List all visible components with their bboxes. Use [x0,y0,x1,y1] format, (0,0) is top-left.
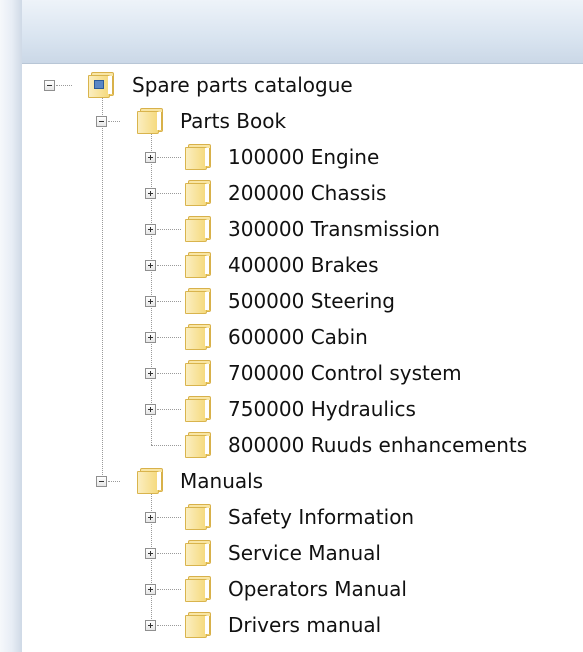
tree-connector [157,265,181,266]
tree-connector [157,625,181,626]
tree-node-chassis[interactable]: 200000 Chassis [22,176,562,210]
tree-node-transmission[interactable]: 300000 Transmission [22,212,562,246]
tree-connector [157,409,181,410]
folder-icon [185,252,212,278]
folder-icon [88,72,115,98]
tree-connector [157,301,181,302]
tree-node-root[interactable]: Spare parts catalogue [22,68,562,102]
folder-icon [185,612,212,638]
folder-icon [185,180,212,206]
tree-connector [157,517,181,518]
expand-box-icon[interactable] [145,224,156,235]
folder-icon [185,216,212,242]
folder-icon [185,396,212,422]
tree-node-label: Spare parts catalogue [132,73,353,97]
folder-icon [185,432,212,458]
folder-icon [137,468,164,494]
tree-connector [108,121,120,122]
tree-node-drivers-manual[interactable]: Drivers manual [22,608,562,642]
tree-node-ruuds-enhancements[interactable]: 800000 Ruuds enhancements [22,428,562,462]
tree-node-safety-information[interactable]: Safety Information [22,500,562,534]
tree-connector [151,445,181,446]
tree-node-parts-book[interactable]: Parts Book [22,104,562,138]
collapse-box-icon[interactable] [96,116,107,127]
tree-node-cabin[interactable]: 600000 Cabin [22,320,562,354]
tree-node-label: Manuals [180,469,264,493]
tree-connector [108,481,120,482]
tree-node-steering[interactable]: 500000 Steering [22,284,562,318]
collapse-box-icon[interactable] [96,476,107,487]
folder-icon [185,504,212,530]
tree-view[interactable]: Spare parts catalogue Parts Book 100000 … [22,64,583,652]
tree-connector [157,193,181,194]
tree-node-control-system[interactable]: 700000 Control system [22,356,562,390]
tree-node-service-manual[interactable]: Service Manual [22,536,562,570]
expand-box-icon[interactable] [145,548,156,559]
folder-icon [185,144,212,170]
expand-box-icon[interactable] [145,620,156,631]
tree-node-label: 200000 Chassis [228,181,387,205]
expand-box-icon[interactable] [145,296,156,307]
tree-node-hydraulics[interactable]: 750000 Hydraulics [22,392,562,426]
tree-node-label: 700000 Control system [228,361,462,385]
folder-icon [185,540,212,566]
expand-box-icon[interactable] [145,512,156,523]
tree-node-label: Parts Book [180,109,287,133]
expand-box-icon[interactable] [145,584,156,595]
tree-connector [157,337,181,338]
tree-node-label: Safety Information [228,505,415,529]
tree-connector [157,157,181,158]
tree-node-label: 750000 Hydraulics [228,397,416,421]
tree-connector [157,589,181,590]
folder-icon [185,324,212,350]
tree-node-label: Drivers manual [228,613,382,637]
tree-node-manuals[interactable]: Manuals [22,464,562,498]
tree-connector [157,229,181,230]
tree-node-operators-manual[interactable]: Operators Manual [22,572,562,606]
tree-connector [157,373,181,374]
window-left-edge [0,0,22,652]
tree-node-engine[interactable]: 100000 Engine [22,140,562,174]
tree-node-label: 500000 Steering [228,289,396,313]
folder-icon [185,288,212,314]
expand-box-icon[interactable] [145,260,156,271]
tree-node-brakes[interactable]: 400000 Brakes [22,248,562,282]
expand-box-icon[interactable] [145,332,156,343]
expand-box-icon[interactable] [145,404,156,415]
tree-node-label: 400000 Brakes [228,253,379,277]
tree-node-label: 800000 Ruuds enhancements [228,433,528,457]
tree-node-label: Operators Manual [228,577,407,601]
tree-node-label: Service Manual [228,541,381,565]
folder-icon [185,360,212,386]
expand-box-icon[interactable] [145,368,156,379]
collapse-box-icon[interactable] [44,80,55,91]
tree-node-label: 600000 Cabin [228,325,368,349]
folder-icon [185,576,212,602]
folder-icon [137,108,164,134]
expand-box-icon[interactable] [145,152,156,163]
tree-connector [157,553,181,554]
expand-box-icon[interactable] [145,188,156,199]
tree-node-label: 100000 Engine [228,145,380,169]
tree-connector [56,85,72,86]
window-title-bar [22,0,583,64]
tree-node-label: 300000 Transmission [228,217,440,241]
